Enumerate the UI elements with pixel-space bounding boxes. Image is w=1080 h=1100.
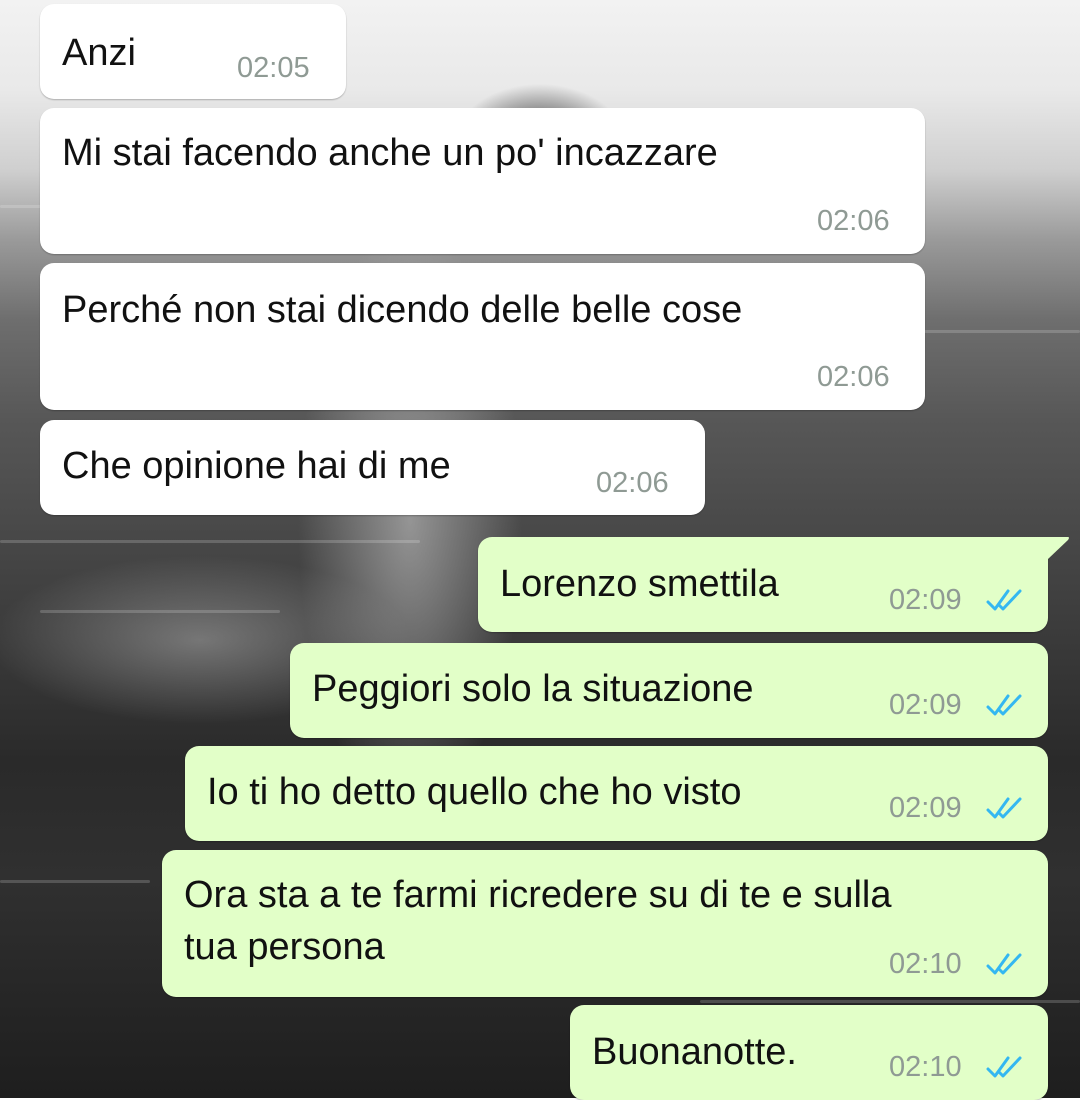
message-time: 02:10 [889,1051,962,1083]
double-check-read-icon [986,589,1022,611]
message-time: 02:06 [596,467,669,499]
received-message[interactable]: Mi stai facendo anche un po' incazzare 0… [40,108,925,254]
message-text: Peggiori solo la situazione [312,668,754,710]
wallpaper-wave [40,610,280,613]
message-text: Mi stai facendo anche un po' incazzare [62,132,718,174]
sent-message[interactable]: Buonanotte. 02:10 [570,1005,1048,1100]
sent-message[interactable]: Lorenzo smettila 02:09 [478,537,1048,632]
message-time: 02:05 [237,52,310,84]
sent-message[interactable]: Io ti ho detto quello che ho visto 02:09 [185,746,1048,841]
sent-message[interactable]: Ora sta a te farmi ricredere su di te e … [162,850,1048,997]
sent-message[interactable]: Peggiori solo la situazione 02:09 [290,643,1048,738]
double-check-read-icon [986,797,1022,819]
message-text: Io ti ho detto quello che ho visto [207,771,742,813]
received-message[interactable]: Perché non stai dicendo delle belle cose… [40,263,925,410]
bubble-tail [1040,537,1069,559]
message-time: 02:09 [889,792,962,824]
message-time: 02:09 [889,584,962,616]
message-text: Che opinione hai di me [62,445,451,487]
received-message[interactable]: Anzi 02:05 [40,4,346,99]
wallpaper-wave [0,540,420,543]
message-text: Lorenzo smettila [500,563,779,605]
message-text-line-2: tua persona [184,926,385,968]
double-check-read-icon [986,953,1022,975]
wallpaper-wave [700,1000,1080,1003]
message-text: Anzi [62,32,136,74]
wallpaper-wave [0,880,150,883]
double-check-read-icon [986,1056,1022,1078]
message-time: 02:06 [817,205,890,237]
message-text: Perché non stai dicendo delle belle cose [62,289,743,331]
message-text-line-1: Ora sta a te farmi ricredere su di te e … [184,874,892,916]
message-time: 02:10 [889,948,962,980]
message-time: 02:09 [889,689,962,721]
double-check-read-icon [986,694,1022,716]
received-message[interactable]: Che opinione hai di me 02:06 [40,420,705,515]
message-text: Buonanotte. [592,1031,797,1073]
message-time: 02:06 [817,361,890,393]
